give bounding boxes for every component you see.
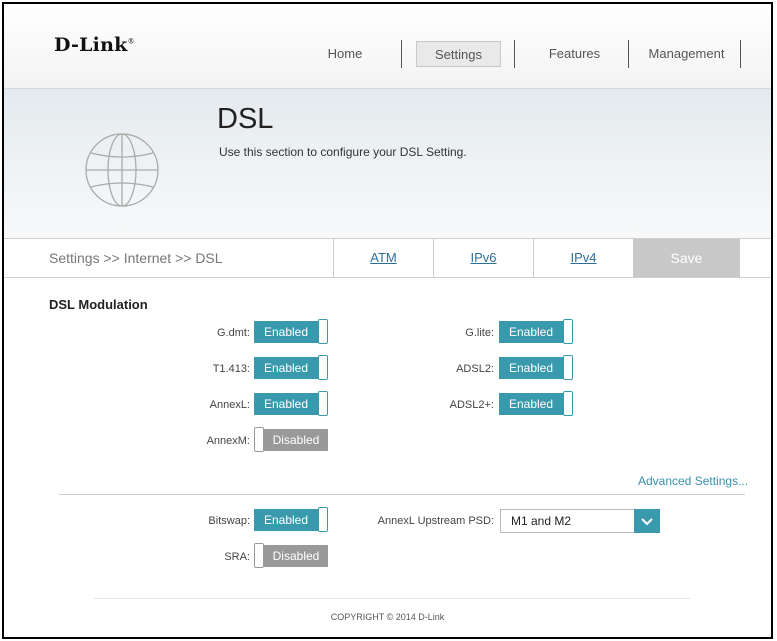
tab-bar: Settings >> Internet >> DSL ATM IPv6 IPv… <box>4 238 771 278</box>
adsl2plus-toggle[interactable]: Enabled <box>499 391 579 416</box>
annexl-label: AnnexL: <box>209 399 250 411</box>
t1413-label: T1.413: <box>212 363 250 375</box>
gdmt-label: G.dmt: <box>216 327 250 339</box>
adsl2plus-label: ADSL2+: <box>449 399 494 411</box>
logo-text: D-Link <box>54 34 128 56</box>
toggle-state: Enabled <box>254 321 318 343</box>
page-title: DSL <box>217 103 274 135</box>
toggle-state: Enabled <box>499 393 563 415</box>
toggle-knob <box>318 391 328 416</box>
bitswap-toggle[interactable]: Enabled <box>254 507 334 532</box>
adsl2-label: ADSL2: <box>456 363 494 375</box>
toggle-knob <box>318 507 328 532</box>
top-bar: D-Link® Home Settings Features Managemen… <box>4 4 771 89</box>
trademark-mark: ® <box>127 37 135 46</box>
annexl-toggle[interactable]: Enabled <box>254 391 334 416</box>
breadcrumb: Settings >> Internet >> DSL <box>49 250 223 266</box>
toggle-knob <box>318 355 328 380</box>
tab-ipv6[interactable]: IPv6 <box>433 239 533 277</box>
sra-label: SRA: <box>224 551 250 563</box>
tab-atm[interactable]: ATM <box>333 239 433 277</box>
nav-management[interactable]: Management <box>644 41 729 67</box>
gdmt-toggle[interactable]: Enabled <box>254 319 334 344</box>
glite-label: G.lite: <box>465 327 494 339</box>
tab-ipv4[interactable]: IPv4 <box>533 239 633 277</box>
toggle-state: Enabled <box>254 357 318 379</box>
sra-toggle[interactable]: Disabled <box>254 543 334 568</box>
nav-separator <box>740 40 741 68</box>
toggle-knob <box>254 543 264 568</box>
nav-separator <box>514 40 515 68</box>
toggle-state: Enabled <box>254 393 318 415</box>
annexm-toggle[interactable]: Disabled <box>254 427 334 452</box>
toggle-state: Disabled <box>264 545 328 567</box>
annexl-psd-select[interactable]: M1 and M2 <box>500 509 660 533</box>
toggle-state: Enabled <box>254 509 318 531</box>
nav-features[interactable]: Features <box>537 41 612 67</box>
nav-separator <box>401 40 402 68</box>
toggle-knob <box>318 319 328 344</box>
toggle-knob <box>254 427 264 452</box>
toggle-state: Enabled <box>499 357 563 379</box>
copyright-text: COPYRIGHT © 2014 D-Link <box>330 612 445 622</box>
chevron-down-icon[interactable] <box>634 509 660 533</box>
globe-icon <box>85 133 159 207</box>
toggle-knob <box>563 391 573 416</box>
adsl2-toggle[interactable]: Enabled <box>499 355 579 380</box>
advanced-settings-link[interactable]: Advanced Settings... <box>638 474 748 488</box>
glite-toggle[interactable]: Enabled <box>499 319 579 344</box>
annexl-psd-label: AnnexL Upstream PSD: <box>377 515 494 527</box>
toggle-knob <box>563 355 573 380</box>
select-value: M1 and M2 <box>511 514 572 528</box>
app-frame: D-Link® Home Settings Features Managemen… <box>2 2 773 639</box>
toggle-knob <box>563 319 573 344</box>
bitswap-label: Bitswap: <box>208 515 250 527</box>
nav-separator <box>628 40 629 68</box>
annexm-label: AnnexM: <box>206 435 250 447</box>
page-banner: DSL Use this section to configure your D… <box>4 89 771 238</box>
nav-home[interactable]: Home <box>320 41 370 67</box>
nav-settings[interactable]: Settings <box>416 41 501 67</box>
page-description: Use this section to configure your DSL S… <box>219 145 467 159</box>
t1413-toggle[interactable]: Enabled <box>254 355 334 380</box>
section-divider <box>59 494 745 495</box>
section-title: DSL Modulation <box>49 297 148 312</box>
save-button[interactable]: Save <box>633 239 740 277</box>
toggle-state: Enabled <box>499 321 563 343</box>
toggle-state: Disabled <box>264 429 328 451</box>
footer-divider <box>94 598 690 599</box>
dlink-logo[interactable]: D-Link® <box>54 34 135 56</box>
